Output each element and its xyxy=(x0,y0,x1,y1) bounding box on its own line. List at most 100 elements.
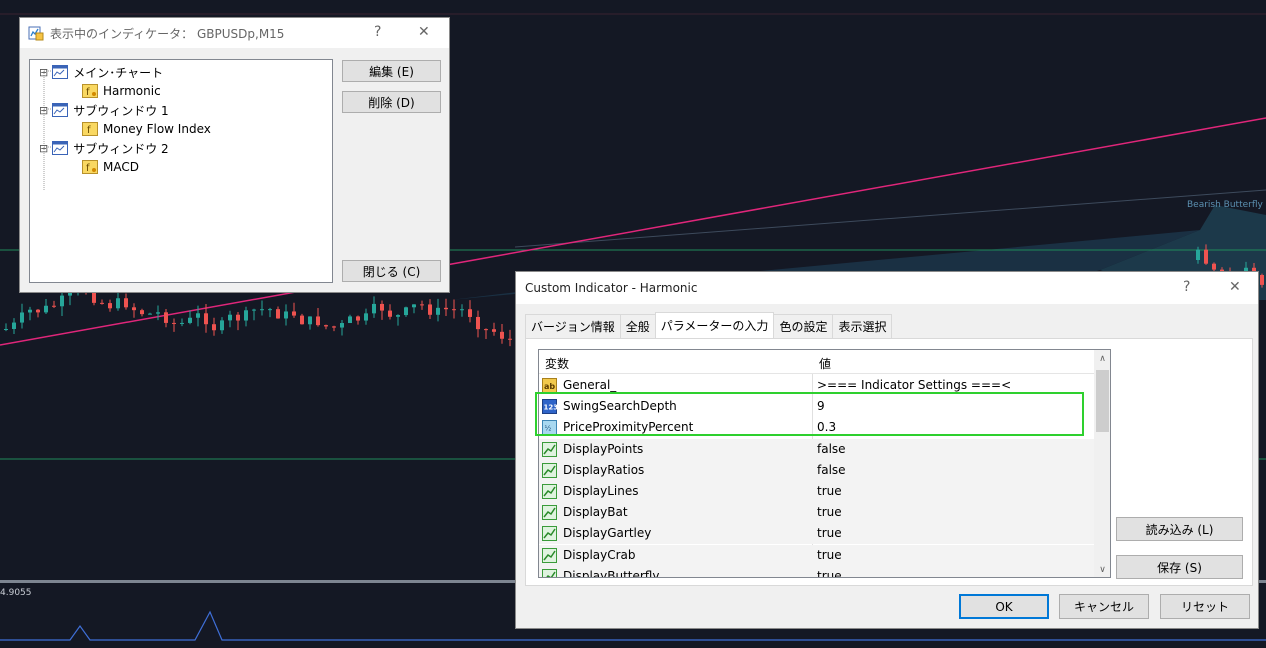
svg-text:½: ½ xyxy=(545,425,552,433)
candle-body xyxy=(1196,249,1200,260)
candle-body xyxy=(436,307,440,315)
tree-node-money-flow-index[interactable]: f Money Flow Index xyxy=(82,120,211,138)
candle-body xyxy=(460,309,464,311)
parameter-name: DisplayGartley xyxy=(563,526,652,541)
parameter-row[interactable]: DisplayBat true xyxy=(539,502,1094,524)
candle-body xyxy=(324,325,328,327)
parameter-row[interactable]: DisplayButterfly true xyxy=(539,565,1094,577)
tree-node-label: Money Flow Index xyxy=(103,122,211,136)
scroll-thumb[interactable] xyxy=(1096,370,1109,432)
parameter-value[interactable]: true xyxy=(817,569,842,577)
tab-version-info[interactable]: バージョン情報 xyxy=(525,314,621,338)
tab-general[interactable]: 全般 xyxy=(619,314,656,338)
candle-body xyxy=(164,312,168,323)
candle-body xyxy=(1260,275,1264,285)
parameter-value[interactable]: 9 xyxy=(817,399,825,413)
candle-body xyxy=(380,303,384,311)
candle-body xyxy=(364,313,368,321)
parameter-value[interactable]: true xyxy=(817,548,842,562)
parameter-value[interactable]: false xyxy=(817,463,846,477)
parameter-row[interactable]: DisplayLines true xyxy=(539,481,1094,502)
candle-body xyxy=(132,307,136,311)
tree-node-main-chart[interactable]: ⊟ メイン･チャート xyxy=(39,63,163,81)
collapse-icon[interactable]: ⊟ xyxy=(39,142,48,155)
candle-body xyxy=(44,305,48,313)
indicators-window-titlebar[interactable]: 表示中のインディケータ： GBPUSDp,M15 ? ✕ xyxy=(20,18,449,48)
close-window-button[interactable]: ✕ xyxy=(418,24,430,40)
candle-body xyxy=(276,309,280,319)
pattern-annotation: Bearish Butterfly xyxy=(1187,200,1263,210)
candle-body xyxy=(1212,263,1216,270)
close-button[interactable]: 閉じる (C) xyxy=(342,260,441,282)
parameter-value[interactable]: true xyxy=(817,484,842,498)
parameter-value[interactable]: false xyxy=(817,442,846,456)
column-header-variable[interactable]: 変数 xyxy=(545,355,569,372)
cancel-button[interactable]: キャンセル xyxy=(1059,594,1149,619)
scroll-down-icon[interactable]: ∨ xyxy=(1094,561,1110,577)
indicators-window: 表示中のインディケータ： GBPUSDp,M15 ? ✕ ⊟ メイン･チャート … xyxy=(19,17,450,293)
scroll-up-icon[interactable]: ∧ xyxy=(1094,350,1110,367)
tab-visualization[interactable]: 表示選択 xyxy=(832,314,893,338)
dialog-titlebar[interactable]: Custom Indicator - Harmonic ? ✕ xyxy=(516,272,1258,304)
candle-body xyxy=(1204,249,1208,264)
tree-node-macd[interactable]: f MACD xyxy=(82,158,139,176)
double-icon: ½ xyxy=(542,420,557,436)
custom-indicator-dialog: Custom Indicator - Harmonic ? ✕ バージョン情報 … xyxy=(515,271,1259,629)
candle-body xyxy=(252,309,256,311)
parameter-row[interactable]: DisplayCrab true xyxy=(539,544,1094,566)
tree-node-subwindow-1[interactable]: ⊟ サブウィンドウ 1 xyxy=(39,101,169,119)
help-button[interactable]: ? xyxy=(1183,279,1190,295)
parameter-row[interactable]: DisplayRatios false xyxy=(539,459,1094,481)
tab-colors[interactable]: 色の設定 xyxy=(773,314,834,338)
parameter-row[interactable]: DisplayGartley true xyxy=(539,523,1094,545)
ok-button[interactable]: OK xyxy=(959,594,1049,619)
parameter-row[interactable]: DisplayPoints false xyxy=(539,438,1094,460)
indicators-window-title: 表示中のインディケータ： GBPUSDp,M15 xyxy=(50,26,285,41)
candle-body xyxy=(292,311,296,316)
grid-scrollbar[interactable]: ∧ ∨ xyxy=(1094,350,1110,577)
reset-button[interactable]: リセット xyxy=(1160,594,1250,619)
parameter-name: SwingSearchDepth xyxy=(563,399,677,414)
candle-body xyxy=(236,314,240,321)
tab-input-parameters[interactable]: パラメーターの入力 xyxy=(654,312,775,338)
parameter-value[interactable]: 0.3 xyxy=(817,420,836,434)
delete-button[interactable]: 削除 (D) xyxy=(342,91,441,113)
bool-icon xyxy=(542,441,557,457)
parameters-grid[interactable]: 変数 値 ab General_ >=== Indicator Settings =… xyxy=(538,349,1111,578)
tree-node-subwindow-2[interactable]: ⊟ サブウィンドウ 2 xyxy=(39,139,169,157)
parameter-row[interactable]: ½ PriceProximityPercent 0.3 xyxy=(539,417,1094,438)
candle-body xyxy=(332,326,336,328)
candle-body xyxy=(372,303,376,314)
save-button[interactable]: 保存 (S) xyxy=(1116,555,1243,579)
tree-node-label: サブウィンドウ 2 xyxy=(73,141,169,156)
candle-body xyxy=(92,292,96,303)
window-chart-icon xyxy=(52,103,69,117)
close-window-button[interactable]: ✕ xyxy=(1229,279,1241,295)
candle-body xyxy=(260,309,264,311)
candle-body xyxy=(148,313,152,315)
candle-body xyxy=(108,303,112,309)
edit-button[interactable]: 編集 (E) xyxy=(342,60,441,82)
parameters-panel: 変数 値 ab General_ >=== Indicator Settings =… xyxy=(525,338,1253,586)
collapse-icon[interactable]: ⊟ xyxy=(39,66,48,79)
parameter-value[interactable]: true xyxy=(817,526,842,540)
parameter-row[interactable]: 123 SwingSearchDepth 9 xyxy=(539,396,1094,417)
candle-body xyxy=(356,316,360,321)
tree-node-harmonic[interactable]: f Harmonic xyxy=(82,82,161,100)
candle-body xyxy=(212,324,216,331)
parameter-value[interactable]: >=== Indicator Settings ===< xyxy=(817,378,1011,392)
help-button[interactable]: ? xyxy=(374,24,381,40)
column-header-value[interactable]: 値 xyxy=(819,355,831,372)
indicator-tree[interactable]: ⊟ メイン･チャート f Harmonic ⊟ サブウィンドウ 1 f Mone… xyxy=(29,59,333,283)
collapse-icon[interactable]: ⊟ xyxy=(39,104,48,117)
custom-indicator-icon: f xyxy=(82,84,98,98)
svg-text:f: f xyxy=(86,87,90,98)
candle-body xyxy=(180,322,184,324)
bool-icon xyxy=(542,505,557,521)
parameter-row[interactable]: ab General_ >=== Indicator Settings ===< xyxy=(539,375,1094,396)
tree-node-label: メイン･チャート xyxy=(73,65,164,80)
load-button[interactable]: 読み込み (L) xyxy=(1116,517,1243,541)
candle-body xyxy=(140,310,144,315)
candle-body xyxy=(492,329,496,332)
parameter-value[interactable]: true xyxy=(817,505,842,519)
